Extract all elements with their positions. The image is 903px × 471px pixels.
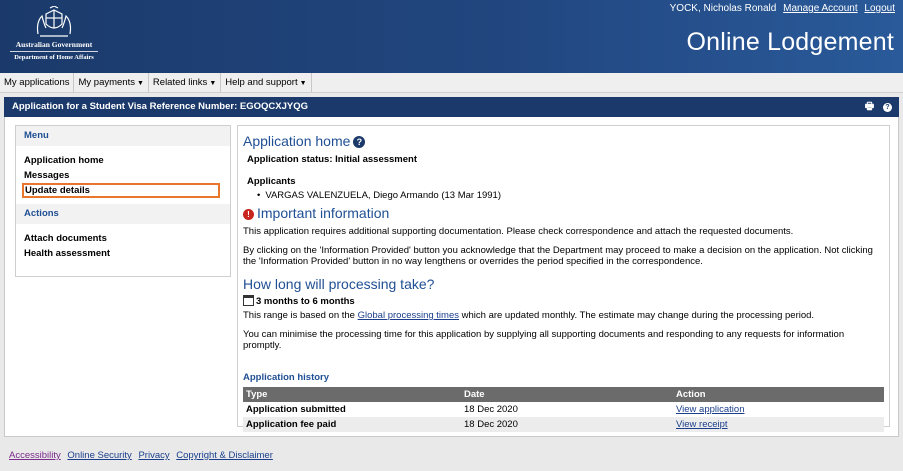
user-name: YOCK, Nicholas Ronald xyxy=(669,3,777,14)
coat-of-arms-icon xyxy=(36,6,72,37)
actions-list: Attach documents Health assessment xyxy=(16,224,230,263)
minimise-paragraph: You can minimise the processing time for… xyxy=(243,329,845,351)
manage-account-link[interactable]: Manage Account xyxy=(783,3,858,14)
alert-icon: ! xyxy=(243,209,254,220)
menu-item-application-home[interactable]: Application home xyxy=(24,153,230,168)
nav-my-payments[interactable]: My payments ▼ xyxy=(74,73,149,92)
history-type: Application submitted xyxy=(243,402,461,417)
menu-list: Application home Messages Update details xyxy=(16,146,230,200)
menu-item-messages[interactable]: Messages xyxy=(24,168,230,183)
crest-divider xyxy=(10,51,98,52)
footer-link-online-security[interactable]: Online Security xyxy=(67,450,131,461)
caret-down-icon: ▼ xyxy=(209,80,217,87)
help-icon[interactable]: ? xyxy=(880,101,892,112)
caret-down-icon: ▼ xyxy=(136,80,144,87)
application-title-bar: Application for a Student Visa Reference… xyxy=(4,97,899,117)
government-name: Australian Government xyxy=(15,40,93,49)
global-processing-times-link[interactable]: Global processing times xyxy=(358,310,459,321)
history-date: 18 Dec 2020 xyxy=(461,417,673,432)
footer-link-privacy[interactable]: Privacy xyxy=(138,450,169,461)
side-menu: Menu Application home Messages Update de… xyxy=(15,125,231,277)
applicant-item: VARGAS VALENZUELA, Diego Armando (13 Mar… xyxy=(257,190,884,201)
processing-heading: How long will processing take? xyxy=(243,276,435,292)
history-type: Application fee paid xyxy=(243,417,461,432)
menu-heading: Menu xyxy=(16,126,230,146)
main-nav: My applications My payments ▼ Related lin… xyxy=(0,73,903,93)
help-question-icon[interactable]: ? xyxy=(353,136,366,148)
content-frame: Menu Application home Messages Update de… xyxy=(4,117,899,437)
caret-down-icon: ▼ xyxy=(299,80,307,87)
print-icon[interactable]: 🖶 xyxy=(865,101,874,112)
column-header-date: Date xyxy=(461,387,673,402)
column-header-action: Action xyxy=(673,387,884,402)
action-attach-documents[interactable]: Attach documents xyxy=(24,231,230,246)
important-heading: ! Important information xyxy=(243,204,884,222)
site-footer: Accessibility Online Security Privacy Co… xyxy=(9,450,277,461)
main-panel: Application home? Application status: In… xyxy=(237,125,890,432)
view-application-link[interactable]: View application xyxy=(676,404,744,415)
calendar-icon xyxy=(243,295,254,306)
important-paragraph-1: This application requires additional sup… xyxy=(243,226,794,237)
logout-link[interactable]: Logout xyxy=(864,3,895,14)
footer-link-accessibility[interactable]: Accessibility xyxy=(9,450,61,461)
nav-my-applications[interactable]: My applications xyxy=(0,73,75,92)
table-row: Application fee paid 18 Dec 2020 View re… xyxy=(243,417,884,432)
government-crest: Australian Government Department of Home… xyxy=(8,6,100,66)
applicants-heading: Applicants xyxy=(247,176,296,187)
column-header-type: Type xyxy=(243,387,461,402)
page-title: Application home? xyxy=(243,132,884,150)
table-header-row: Type Date Action xyxy=(243,387,884,402)
action-health-assessment[interactable]: Health assessment xyxy=(24,246,230,261)
footer-link-copyright[interactable]: Copyright & Disclaimer xyxy=(176,450,273,461)
nav-help-and-support[interactable]: Help and support ▼ xyxy=(221,73,312,92)
important-paragraph-2: By clicking on the 'Information Provided… xyxy=(243,245,873,267)
range-paragraph: This range is based on the Global proces… xyxy=(243,310,815,321)
user-bar: YOCK, Nicholas Ronald Manage Account Log… xyxy=(670,3,895,14)
application-title: Application for a Student Visa Reference… xyxy=(12,101,308,112)
application-status: Application status: Initial assessment xyxy=(247,154,417,165)
view-receipt-link[interactable]: View receipt xyxy=(676,419,728,430)
table-row: Application submitted 18 Dec 2020 View a… xyxy=(243,402,884,417)
processing-estimate: 3 months to 6 months xyxy=(243,295,884,307)
history-heading: Application history xyxy=(243,372,330,383)
app-title: Online Lodgement xyxy=(686,28,894,56)
actions-heading: Actions xyxy=(16,204,230,224)
nav-related-links[interactable]: Related links ▼ xyxy=(149,73,222,92)
department-name: Department of Home Affairs xyxy=(14,54,94,61)
site-header: Australian Government Department of Home… xyxy=(0,0,903,73)
history-table: Type Date Action Application submitted 1… xyxy=(243,387,884,432)
menu-item-update-details[interactable]: Update details xyxy=(22,183,220,198)
history-date: 18 Dec 2020 xyxy=(461,402,673,417)
